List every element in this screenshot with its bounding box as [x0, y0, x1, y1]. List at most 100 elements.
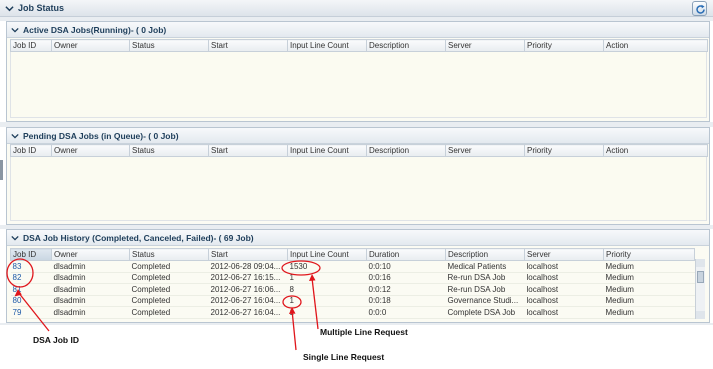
refresh-button[interactable] [692, 1, 707, 16]
table-row[interactable]: 82 dlsadmin Completed 2012-06-27 16:15..… [10, 272, 695, 284]
server-cell: localhost [524, 283, 604, 296]
page-title: Job Status [18, 3, 65, 13]
scroll-thumb[interactable] [697, 271, 704, 283]
column-header-owner[interactable]: Owner [51, 248, 130, 261]
job-id-link[interactable]: 83 [10, 260, 52, 273]
owner-cell: dlsadmin [51, 260, 130, 273]
column-header-priority[interactable]: Priority [603, 248, 695, 261]
column-header-job-id[interactable]: Job ID [10, 39, 52, 52]
duration-cell: 0:0:10 [366, 260, 446, 273]
status-cell: Completed [129, 295, 209, 307]
column-header-server[interactable]: Server [445, 39, 525, 52]
status-cell: Completed [129, 272, 209, 284]
owner-cell: dlsadmin [51, 295, 130, 307]
pending-jobs-panel: Pending DSA Jobs (in Queue)- ( 0 Job) Jo… [6, 127, 710, 225]
active-jobs-panel-header: Active DSA Jobs(Running)- ( 0 Job) [7, 22, 709, 38]
status-cell: Completed [129, 283, 209, 296]
column-header-start[interactable]: Start [208, 39, 288, 52]
job-id-annotation: DSA Job ID [33, 335, 79, 345]
column-header-server[interactable]: Server [524, 248, 604, 261]
description-cell: Complete DSA Job [445, 306, 525, 319]
table-row[interactable]: 83 dlsadmin Completed 2012-06-28 09:04..… [10, 260, 695, 273]
column-header-owner[interactable]: Owner [51, 39, 130, 52]
priority-cell: Medium [603, 272, 695, 284]
column-header-description[interactable]: Description [366, 144, 446, 157]
refresh-icon [696, 4, 705, 14]
priority-cell: Medium [603, 283, 695, 296]
active-jobs-title: Active DSA Jobs(Running)- ( 0 Job) [23, 25, 167, 35]
job-id-link[interactable]: 82 [10, 272, 52, 284]
input-line-count-cell: 8 [287, 283, 367, 296]
column-header-status[interactable]: Status [129, 248, 209, 261]
duration-cell: 0:0:16 [366, 272, 446, 284]
column-header-description[interactable]: Description [366, 39, 446, 52]
table-row[interactable]: 79 dlsadmin Completed 2012-06-27 16:04..… [10, 306, 695, 319]
active-jobs-panel: Active DSA Jobs(Running)- ( 0 Job) Job I… [6, 21, 710, 122]
server-cell: localhost [524, 306, 604, 319]
single-line-annotation: Single Line Request [303, 352, 385, 362]
chevron-down-icon[interactable] [11, 234, 19, 242]
column-header-start[interactable]: Start [208, 144, 288, 157]
column-header-input-line-count[interactable]: Input Line Count [287, 248, 367, 261]
description-cell: Re-run DSA Job [445, 272, 525, 284]
start-cell: 2012-06-27 16:15... [208, 272, 288, 284]
column-header-job-id[interactable]: Job ID [10, 144, 52, 157]
column-header-status[interactable]: Status [129, 144, 209, 157]
table-row[interactable]: 80 dlsadmin Completed 2012-06-27 16:04..… [10, 295, 695, 307]
input-line-count-cell: 1530 [287, 260, 367, 273]
chevron-down-icon[interactable] [5, 4, 14, 13]
start-cell: 2012-06-28 09:04... [208, 260, 288, 273]
chevron-down-icon[interactable] [11, 26, 19, 34]
active-jobs-empty-area [10, 52, 707, 118]
server-cell: localhost [524, 272, 604, 284]
server-cell: localhost [524, 260, 604, 273]
job-history-panel: DSA Job History (Completed, Canceled, Fa… [6, 229, 710, 323]
column-header-priority[interactable]: Priority [524, 144, 604, 157]
column-header-input-line-count[interactable]: Input Line Count [287, 144, 367, 157]
scroll-up-arrow-icon[interactable] [696, 259, 705, 267]
column-header-duration[interactable]: Duration [366, 248, 446, 261]
owner-cell: dlsadmin [51, 306, 130, 319]
job-history-table: Job ID Owner Status Start Input Line Cou… [10, 248, 695, 319]
description-cell: Re-run DSA Job [445, 283, 525, 296]
table-row[interactable]: 81 dlsadmin Completed 2012-06-27 16:06..… [10, 283, 695, 296]
job-history-title: DSA Job History (Completed, Canceled, Fa… [23, 233, 254, 243]
job-history-panel-header: DSA Job History (Completed, Canceled, Fa… [7, 230, 709, 246]
duration-cell: 0:0:18 [366, 295, 446, 307]
column-header-priority[interactable]: Priority [524, 39, 604, 52]
start-cell: 2012-06-27 16:06... [208, 283, 288, 296]
input-line-count-cell: 1 [287, 295, 367, 307]
active-jobs-header-row: Job ID Owner Status Start Input Line Cou… [10, 39, 708, 52]
pending-jobs-table: Job ID Owner Status Start Input Line Cou… [10, 144, 708, 157]
pending-jobs-empty-area [10, 157, 707, 221]
job-id-link[interactable]: 81 [10, 283, 52, 296]
status-cell: Completed [129, 260, 209, 273]
column-header-server[interactable]: Server [445, 144, 525, 157]
column-header-action[interactable]: Action [603, 144, 708, 157]
input-line-count-cell: 1 [287, 306, 367, 319]
column-header-action[interactable]: Action [603, 39, 708, 52]
column-header-start[interactable]: Start [208, 248, 288, 261]
priority-cell: Medium [603, 295, 695, 307]
priority-cell: Medium [603, 260, 695, 273]
splitter-handle[interactable] [0, 160, 3, 180]
column-header-status[interactable]: Status [129, 39, 209, 52]
owner-cell: dlsadmin [51, 283, 130, 296]
job-id-link[interactable]: 80 [10, 295, 52, 307]
job-id-link[interactable]: 79 [10, 306, 52, 319]
start-cell: 2012-06-27 16:04... [208, 306, 288, 319]
scroll-down-arrow-icon[interactable] [696, 311, 705, 319]
column-header-description[interactable]: Description [445, 248, 525, 261]
input-line-count-cell: 1 [287, 272, 367, 284]
job-history-header-row: Job ID Owner Status Start Input Line Cou… [10, 248, 695, 261]
chevron-down-icon[interactable] [11, 132, 19, 140]
duration-cell: 0:0:0 [366, 306, 446, 319]
status-cell: Completed [129, 306, 209, 319]
pending-jobs-panel-header: Pending DSA Jobs (in Queue)- ( 0 Job) [7, 128, 709, 144]
vertical-scrollbar[interactable] [695, 259, 705, 319]
column-header-input-line-count[interactable]: Input Line Count [287, 39, 367, 52]
column-header-owner[interactable]: Owner [51, 144, 130, 157]
multiple-line-annotation: Multiple Line Request [320, 327, 408, 337]
column-header-job-id[interactable]: Job ID [10, 248, 52, 261]
priority-cell: Medium [603, 306, 695, 319]
